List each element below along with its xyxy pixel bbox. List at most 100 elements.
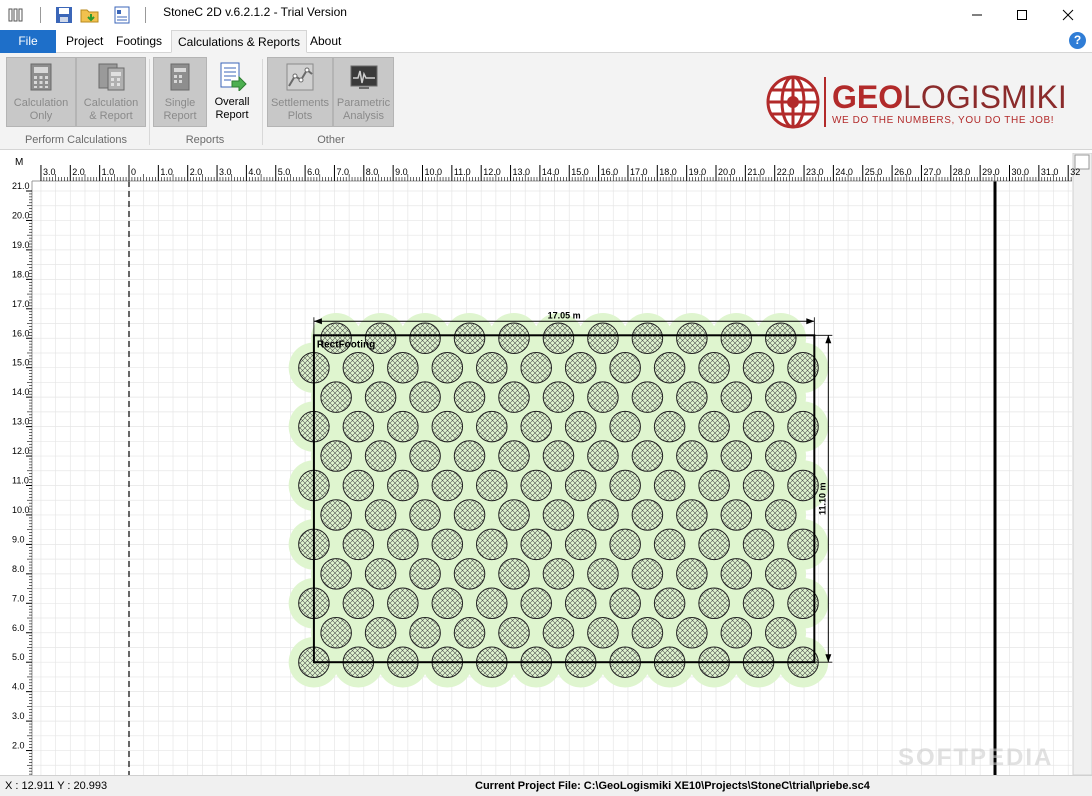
stone-column — [431, 410, 464, 443]
stone-column — [676, 558, 708, 590]
stone-column — [476, 587, 508, 620]
open-folder-icon[interactable] — [79, 4, 101, 26]
x-tick-label: 16.0 — [601, 167, 619, 177]
stone-column — [387, 587, 419, 620]
stone-column — [564, 587, 597, 620]
group-separator — [262, 59, 263, 145]
settlements-plots-label-1: Settlements — [270, 97, 330, 109]
stone-column — [520, 469, 552, 502]
stone-column — [387, 351, 419, 384]
save-icon[interactable] — [53, 4, 75, 26]
stone-column — [542, 499, 575, 531]
close-icon — [1062, 9, 1074, 21]
parametric-analysis-button[interactable]: Parametric Analysis — [333, 57, 394, 127]
stone-column — [765, 616, 797, 649]
stone-column — [609, 410, 641, 443]
y-tick-label: 20.0 — [12, 210, 30, 220]
calculation-report-label-1: Calculation — [83, 97, 139, 109]
stone-column — [587, 440, 619, 472]
parametric-analysis-label-2: Analysis — [343, 110, 384, 122]
maximize-button[interactable] — [999, 0, 1045, 30]
overall-report-button[interactable]: Overall Report — [207, 57, 257, 127]
stone-column — [409, 440, 441, 472]
stone-column — [476, 351, 508, 384]
help-icon[interactable]: ? — [1069, 32, 1086, 49]
overall-report-label-2: Report — [215, 109, 249, 121]
x-tick-label: 17.0 — [630, 167, 648, 177]
ribbon-panel: Calculation Only Calculation & Report Pe… — [0, 53, 1092, 150]
stone-column — [631, 381, 664, 413]
stone-column — [542, 381, 575, 413]
stone-column — [720, 381, 753, 413]
stone-column — [320, 616, 352, 649]
parametric-monitor-icon — [350, 65, 377, 89]
stone-column — [364, 381, 397, 413]
stone-column — [698, 351, 730, 384]
tab-footings[interactable]: Footings — [110, 30, 168, 53]
stone-column — [542, 616, 575, 649]
vertical-scrollbar[interactable] — [1072, 152, 1092, 776]
stone-column — [609, 528, 641, 561]
tab-file[interactable]: File — [0, 30, 56, 53]
window-title: StoneC 2D v.6.2.1.2 - Trial Version — [163, 5, 347, 19]
stone-column — [765, 440, 797, 472]
stone-column — [409, 558, 441, 590]
tab-about[interactable]: About — [304, 30, 347, 53]
stone-column — [564, 351, 597, 384]
stone-column — [587, 499, 619, 531]
tab-calculations-reports[interactable]: Calculations & Reports — [171, 30, 308, 53]
stone-column — [720, 440, 753, 472]
stone-column — [453, 381, 486, 413]
stone-column — [742, 587, 775, 620]
stone-column — [453, 322, 486, 355]
x-tick-label: 8.0 — [366, 167, 379, 177]
stone-column — [742, 410, 775, 443]
stone-column — [564, 410, 597, 443]
y-tick-label: 10.0 — [12, 505, 30, 515]
drawing-canvas-area[interactable]: RectFooting 17.05 m 11.10 m M 3.0 2.0 1.0 0 1.0… — [0, 152, 1092, 776]
footing-drawing[interactable]: RectFooting 17.05 m 11.10 m M 3.0 2.0 1.0 0 1.0… — [0, 152, 1092, 776]
settlements-plots-button[interactable]: Settlements Plots — [267, 57, 333, 127]
x-tick-label: 3.0 — [43, 167, 56, 177]
minimize-button[interactable] — [954, 0, 1000, 30]
app-menu-icon[interactable] — [6, 4, 28, 26]
stone-column — [476, 528, 508, 561]
stone-column — [320, 381, 352, 413]
stone-column — [587, 558, 619, 590]
close-button[interactable] — [1045, 0, 1091, 30]
stone-column — [387, 410, 419, 443]
stone-column — [453, 616, 486, 649]
stone-column — [387, 528, 419, 561]
stone-column — [498, 616, 530, 649]
single-report-button[interactable]: Single Report — [153, 57, 207, 127]
project-file-path: Current Project File: C:\GeoLogismiki XE… — [475, 780, 870, 792]
x-tick-label: 15.0 — [571, 167, 589, 177]
calculation-report-button[interactable]: Calculation & Report — [76, 57, 146, 127]
settlements-plots-label-2: Plots — [287, 110, 313, 122]
stone-column — [631, 558, 664, 590]
x-tick-label: 3.0 — [219, 167, 232, 177]
logo-wordmark: GEOLOGISMIKI — [832, 79, 1067, 116]
single-report-label-2: Report — [163, 110, 197, 122]
stone-column — [387, 469, 419, 502]
x-tick-label: 26.0 — [894, 167, 912, 177]
calculation-only-button[interactable]: Calculation Only — [6, 57, 76, 127]
stone-column — [498, 322, 530, 355]
dimension-width-label: 17.05 m — [548, 310, 581, 320]
globe-logo-icon — [766, 75, 820, 129]
stone-column — [364, 616, 397, 649]
stone-column — [765, 499, 797, 531]
stone-column — [431, 469, 464, 502]
stone-column — [542, 440, 575, 472]
logo-tagline: WE DO THE NUMBERS, YOU DO THE JOB! — [832, 115, 1055, 126]
x-tick-label: 14.0 — [542, 167, 560, 177]
stone-column — [676, 616, 708, 649]
group-separator — [149, 59, 150, 145]
stone-column — [520, 528, 552, 561]
x-tick-label: 2.0 — [72, 167, 85, 177]
tab-project[interactable]: Project — [60, 30, 109, 53]
stone-column — [320, 558, 352, 590]
x-tick-label: 24.0 — [835, 167, 853, 177]
stone-column — [698, 469, 730, 502]
geologismiki-logo: GEOLOGISMIKI WE DO THE NUMBERS, YOU DO T… — [766, 75, 1076, 133]
